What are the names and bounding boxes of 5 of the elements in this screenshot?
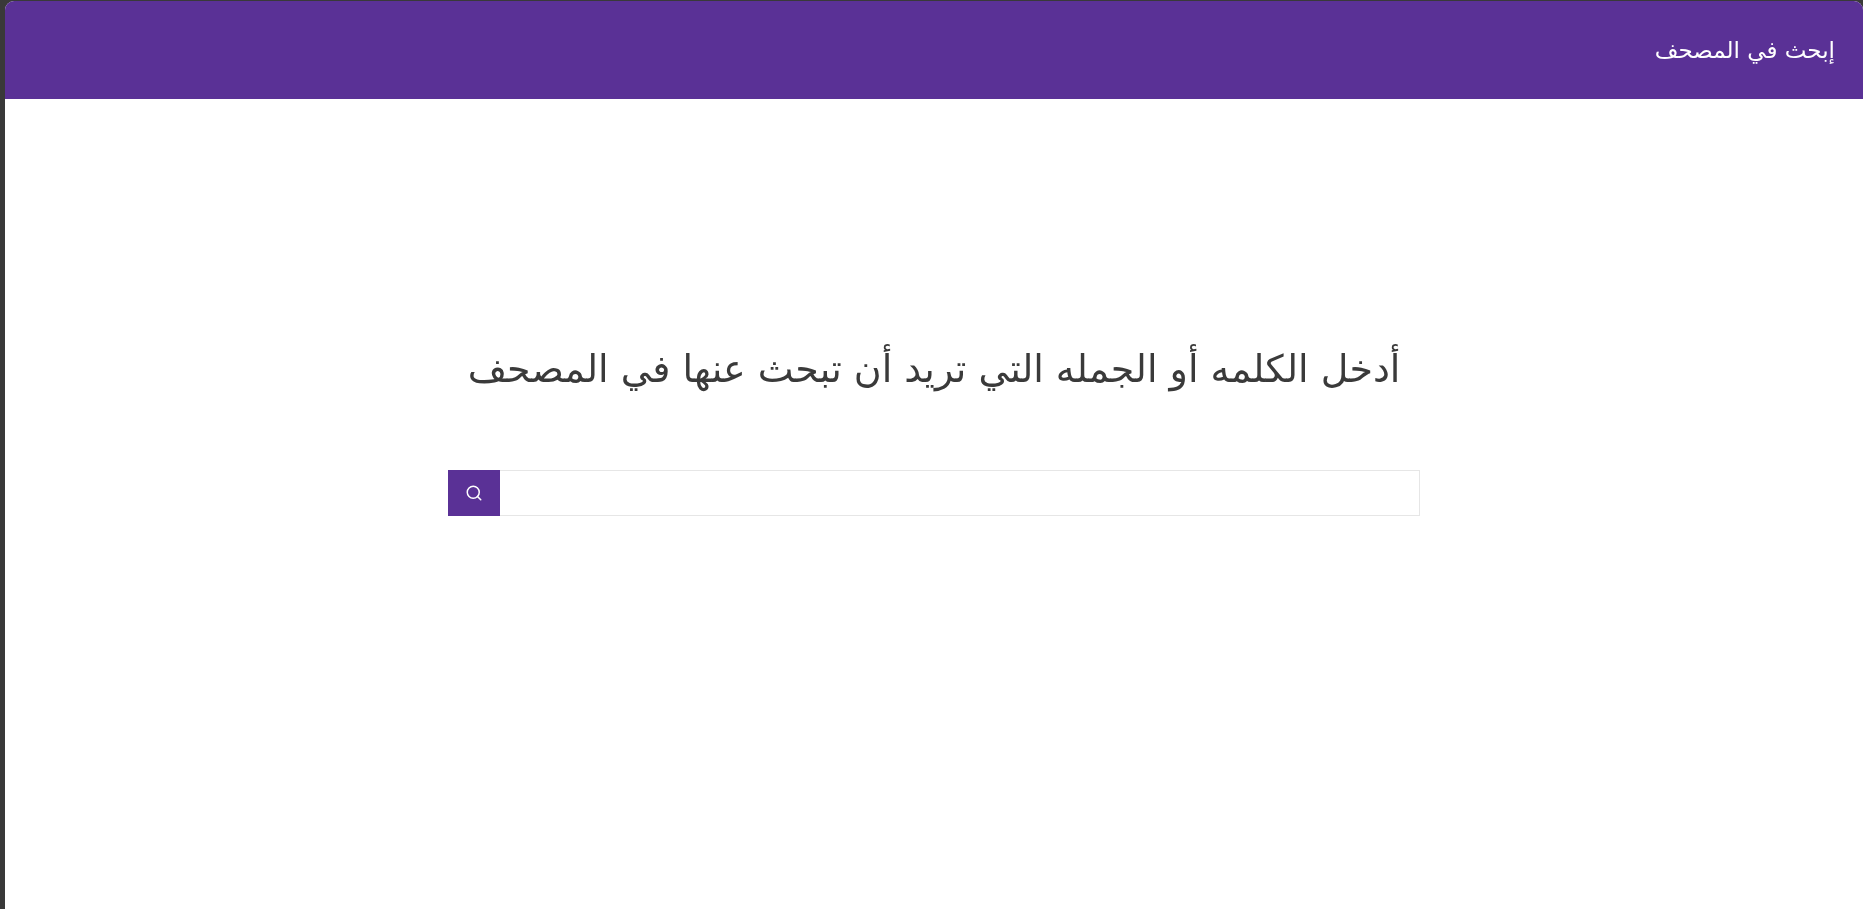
search-field[interactable]	[500, 470, 1420, 516]
search-prompt: أدخل الكلمه أو الجمله التي تريد أن تبحث عنها في المصحف	[467, 343, 1401, 395]
search-button[interactable]	[448, 470, 500, 516]
search-icon	[465, 484, 483, 502]
page-title: إبحث في المصحف	[1654, 37, 1835, 63]
